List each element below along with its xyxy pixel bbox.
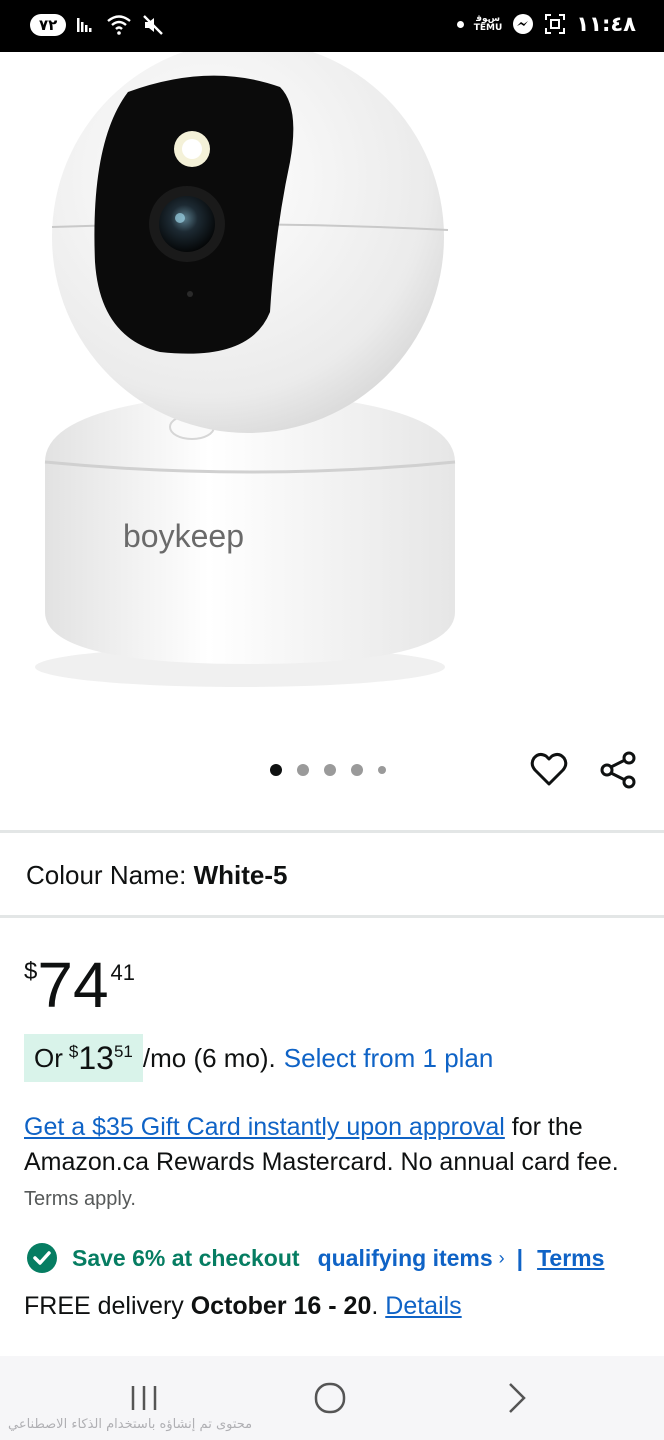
carousel-dot[interactable] — [270, 764, 282, 776]
wishlist-button[interactable] — [529, 750, 569, 790]
check-circle-icon — [27, 1243, 57, 1273]
share-icon — [600, 751, 636, 789]
heart-icon — [530, 752, 568, 786]
price-symbol: $ — [24, 958, 38, 985]
product-image[interactable]: boykeep — [0, 41, 664, 732]
back-icon[interactable] — [494, 1376, 538, 1420]
carousel-dot[interactable] — [351, 764, 363, 776]
savings-text: Save 6% at checkout — [72, 1244, 300, 1271]
screenshot-icon — [545, 14, 566, 34]
qualifying-items-link[interactable]: qualifying items — [318, 1245, 493, 1272]
battery-indicator: ٧٢ — [30, 14, 67, 36]
carousel-dot[interactable] — [378, 766, 386, 774]
colour-label: Colour Name: — [26, 860, 194, 890]
colour-value: White-5 — [193, 860, 288, 890]
delivery-period: . — [371, 1292, 386, 1320]
price-fraction: 41 — [110, 960, 136, 985]
terms-apply-text: Terms apply. — [24, 1188, 136, 1210]
clock: ١١:٤٨ — [576, 12, 636, 36]
brand-logo: boykeep — [123, 518, 244, 554]
carousel-indicator[interactable] — [270, 764, 386, 776]
divider — [0, 915, 664, 918]
carousel-dot[interactable] — [297, 764, 309, 776]
status-bar: ٧٢ ﺱﻮﻗ TEMU ١١:٤٨ — [0, 0, 664, 52]
delivery-dates: October 16 - 20 — [190, 1292, 372, 1320]
ai-generated-notice: محتوى تم إنشاؤه باستخدام الذكاء الاصطناع… — [8, 1417, 253, 1432]
signal-icon — [77, 18, 92, 32]
delivery-prefix: FREE delivery — [24, 1292, 191, 1320]
installment-prefix: Or — [34, 1042, 63, 1073]
installment-fraction: 51 — [113, 1042, 133, 1061]
price: $ 74 41 — [24, 950, 135, 1020]
system-nav-bar: محتوى تم إنشاؤه باستخدام الذكاء الاصطناع… — [0, 1356, 664, 1440]
carousel-dot[interactable] — [324, 764, 336, 776]
delivery-info: FREE delivery October 16 - 20. Details — [24, 1292, 462, 1321]
status-right: ﺱﻮﻗ TEMU ١١:٤٨ — [456, 12, 636, 36]
installment-suffix: /mo (6 mo). — [142, 1042, 276, 1073]
notification-dot-icon — [456, 20, 464, 28]
delivery-details-link[interactable]: Details — [385, 1292, 461, 1320]
recent-apps-icon[interactable] — [122, 1376, 166, 1420]
messenger-icon — [513, 14, 534, 34]
installment-offer: Or $ 13 51 /mo (6 mo). Select from 1 pla… — [24, 1034, 493, 1082]
terms-link[interactable]: Terms — [537, 1245, 604, 1272]
wifi-icon — [107, 15, 132, 35]
status-left: ٧٢ — [30, 14, 164, 36]
installment-chip: Or $ 13 51 — [24, 1034, 143, 1082]
chevron-right-icon: › — [498, 1247, 505, 1268]
select-plan-link[interactable]: Select from 1 plan — [284, 1043, 494, 1074]
gift-card-link[interactable]: Get a $35 Gift Card instantly upon appro… — [24, 1113, 505, 1141]
share-button[interactable] — [599, 750, 639, 790]
mute-icon — [143, 15, 164, 35]
temu-notification-icon: ﺱﻮﻗ TEMU — [473, 14, 503, 33]
colour-selector[interactable]: Colour Name: White-5 — [26, 860, 288, 891]
camera-illustration: boykeep — [35, 41, 456, 687]
home-icon[interactable] — [308, 1376, 352, 1420]
installment-symbol: $ — [68, 1042, 79, 1061]
divider — [0, 830, 664, 833]
savings-row: Save 6% at checkout qualifying items › |… — [26, 1242, 604, 1274]
gift-card-promo: Get a $35 Gift Card instantly upon appro… — [24, 1110, 634, 1217]
price-whole: 74 — [37, 949, 109, 1021]
separator: | — [516, 1244, 524, 1271]
installment-whole: 13 — [78, 1039, 114, 1076]
